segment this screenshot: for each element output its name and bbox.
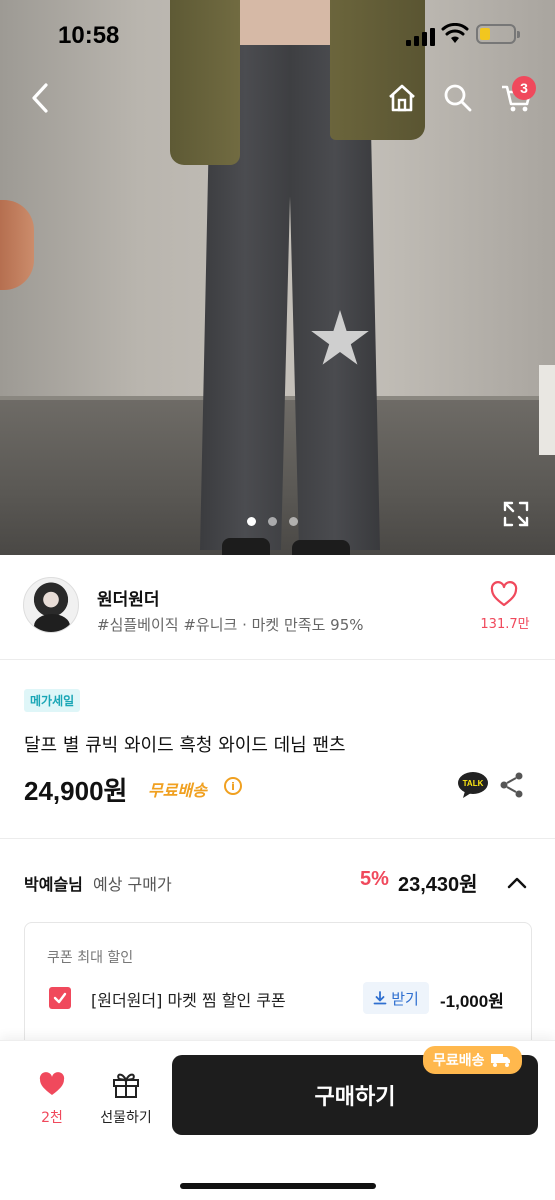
- free-shipping-label: 무료배송: [148, 781, 207, 800]
- free-shipping-badge: 무료배송: [423, 1046, 522, 1074]
- gift-label: 선물하기: [100, 1110, 152, 1126]
- shop-like-count: 131.7만: [480, 617, 530, 632]
- bottom-action-bar: 2천 선물하기 구매하기 무료배송: [0, 1040, 555, 1200]
- back-icon[interactable]: [22, 80, 58, 116]
- wifi-icon: [441, 23, 469, 43]
- gift-button[interactable]: 선물하기: [90, 1069, 162, 1127]
- info-icon[interactable]: i: [224, 777, 242, 795]
- cart-count-badge: 3: [512, 76, 536, 100]
- coupon-get-button[interactable]: 받기: [363, 982, 429, 1014]
- product-title: 달프 별 큐빅 와이드 흑청 와이드 데님 팬츠: [24, 735, 346, 756]
- photo-shoe: [222, 538, 270, 555]
- kakao-talk-icon[interactable]: TALK: [457, 771, 489, 799]
- user-name: 박예슬님: [24, 875, 83, 894]
- shop-tags: #심플베이직 #유니크 · 마켓 만족도 95%: [97, 616, 364, 634]
- photo-shoe: [292, 540, 350, 555]
- share-icon[interactable]: [499, 771, 525, 799]
- coupon-name: [원더원더] 마켓 찜 할인 쿠폰: [91, 991, 286, 1010]
- expected-price: 23,430원: [398, 874, 478, 896]
- heart-filled-icon: [39, 1072, 65, 1095]
- expected-price-toggle[interactable]: 박예슬님 예상 구매가 5% 23,430원: [0, 860, 555, 904]
- status-bar: 10:58: [0, 0, 555, 70]
- shop-name[interactable]: 원더원더: [97, 585, 160, 610]
- shop-avatar[interactable]: [23, 577, 79, 633]
- heart-outline-icon[interactable]: [490, 581, 518, 607]
- pagination-dot[interactable]: [247, 517, 256, 526]
- coupon-heading: 쿠폰 최대 할인: [47, 950, 134, 966]
- product-price: 24,900원: [24, 776, 128, 806]
- product-info: 메가세일 달프 별 큐빅 와이드 흑청 와이드 데님 팬츠 24,900원 무료…: [0, 661, 555, 839]
- talk-label: TALK: [463, 779, 484, 788]
- check-icon: [53, 992, 67, 1004]
- home-icon[interactable]: [384, 80, 420, 116]
- download-icon: [373, 991, 387, 1005]
- pagination-dot[interactable]: [289, 517, 298, 526]
- wishlist-button[interactable]: 2천: [24, 1071, 80, 1127]
- pagination-dot[interactable]: [268, 517, 277, 526]
- photo-prop-box: [539, 365, 555, 455]
- expand-icon[interactable]: [502, 500, 530, 528]
- search-icon[interactable]: [440, 80, 476, 116]
- coupon-amount: -1,000원: [440, 992, 504, 1011]
- shop-info[interactable]: 원더원더 #심플베이직 #유니크 · 마켓 만족도 95% 131.7만: [0, 555, 555, 660]
- chevron-up-icon[interactable]: [505, 872, 529, 892]
- sale-badge: 메가세일: [24, 689, 81, 712]
- gallery-pagination: [247, 517, 298, 526]
- photo-prop: [0, 200, 34, 290]
- wishlist-count: 2천: [41, 1110, 63, 1126]
- coupon-get-label: 받기: [391, 989, 419, 1008]
- discount-percent: 5%: [360, 868, 389, 890]
- expected-price-label: 예상 구매가: [93, 875, 172, 894]
- coupon-checkbox[interactable]: [49, 987, 71, 1009]
- free-shipping-badge-label: 무료배송: [433, 1053, 485, 1069]
- status-time: 10:58: [58, 22, 120, 49]
- gift-icon: [113, 1073, 139, 1098]
- home-indicator: [180, 1183, 376, 1189]
- signal-icon: [406, 26, 435, 46]
- truck-icon: [490, 1054, 510, 1067]
- battery-icon: [476, 24, 520, 44]
